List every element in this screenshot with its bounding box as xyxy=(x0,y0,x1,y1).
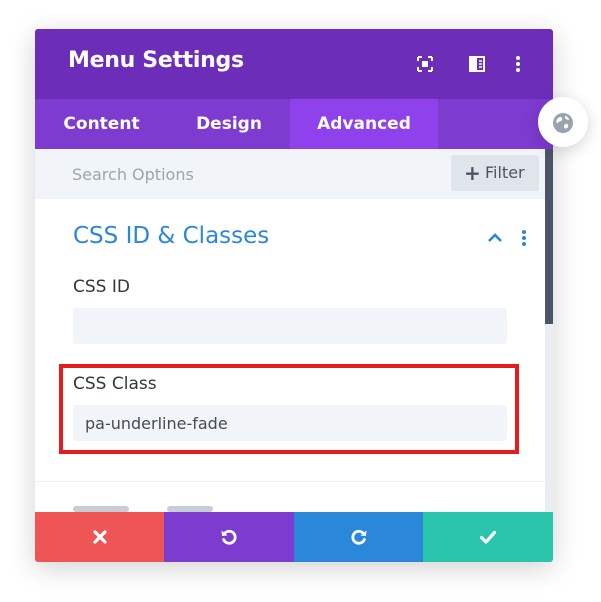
save-button[interactable] xyxy=(423,512,553,562)
section-title[interactable]: CSS ID & Classes xyxy=(73,223,269,249)
filter-button[interactable]: + Filter xyxy=(451,155,539,191)
modal-header: Menu Settings xyxy=(35,29,553,99)
css-class-input[interactable] xyxy=(73,405,507,441)
side-bubble[interactable] xyxy=(538,97,588,147)
scrollbar-thumb[interactable] xyxy=(545,149,553,324)
redo-icon xyxy=(350,529,366,545)
search-bar: + Filter xyxy=(35,149,545,199)
tab-bar: Content Design Advanced xyxy=(35,99,553,149)
css-id-label: CSS ID xyxy=(73,277,130,297)
sidebar-toggle-icon[interactable] xyxy=(467,54,487,74)
tab-advanced[interactable]: Advanced xyxy=(290,99,438,149)
globe-icon xyxy=(553,113,573,133)
css-id-input[interactable] xyxy=(73,308,507,344)
discard-button[interactable] xyxy=(35,512,164,562)
scrollbar-track[interactable] xyxy=(545,324,553,512)
menu-settings-modal: Menu Settings Content Design Advanced Se… xyxy=(35,29,553,562)
chevron-up-icon[interactable] xyxy=(486,229,504,247)
search-input[interactable] xyxy=(35,149,445,199)
tab-content[interactable]: Content xyxy=(35,99,168,149)
modal-footer xyxy=(35,512,553,562)
close-icon xyxy=(92,530,107,544)
expand-icon[interactable] xyxy=(415,54,435,74)
plus-icon: + xyxy=(464,161,481,185)
undo-icon xyxy=(221,529,237,545)
tab-design[interactable]: Design xyxy=(168,99,290,149)
filter-label: Filter xyxy=(485,163,525,182)
more-options-icon[interactable] xyxy=(508,54,528,74)
undo-button[interactable] xyxy=(164,512,294,562)
css-class-label: CSS Class xyxy=(73,374,157,394)
check-icon xyxy=(479,530,497,544)
section-divider xyxy=(35,481,545,482)
section-options-icon[interactable] xyxy=(517,228,531,248)
modal-title: Menu Settings xyxy=(68,48,244,73)
redo-button[interactable] xyxy=(294,512,423,562)
